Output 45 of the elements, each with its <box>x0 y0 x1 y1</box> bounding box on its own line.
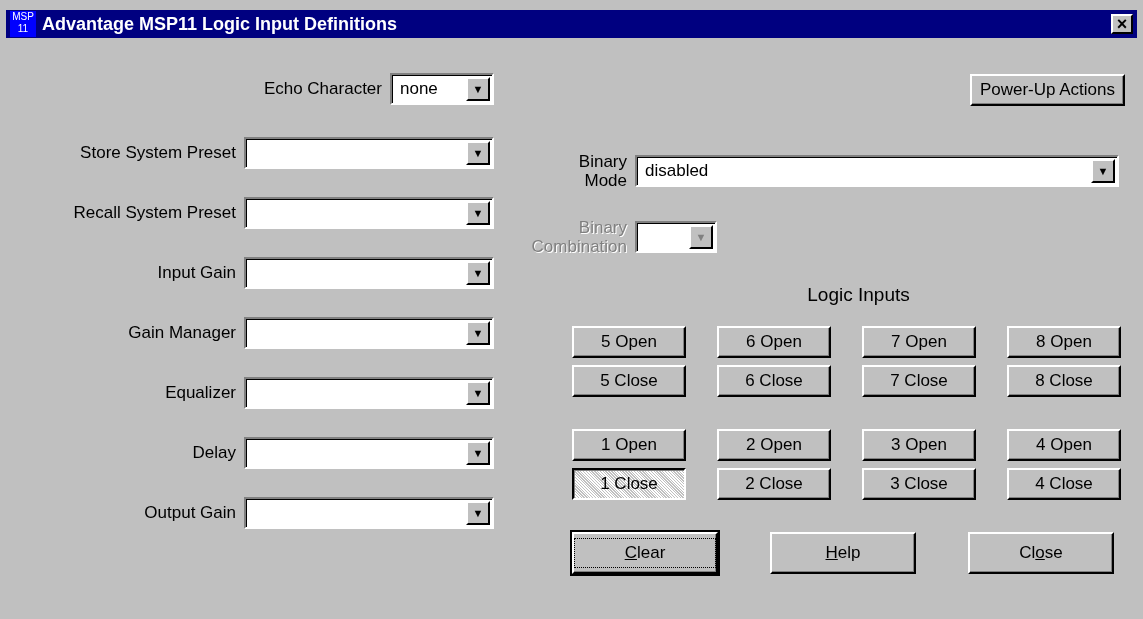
field-label: Equalizer <box>165 383 236 403</box>
field-label: Gain Manager <box>128 323 236 343</box>
dropdown[interactable]: ▼ <box>244 137 494 169</box>
field-label: Store System Preset <box>80 143 236 163</box>
field-label: Binary <box>578 218 627 237</box>
logic-input-button[interactable]: 2 Close <box>717 468 831 500</box>
logic-input-button[interactable]: 3 Close <box>862 468 976 500</box>
logic-input-button[interactable]: 6 Close <box>717 365 831 397</box>
logic-input-button[interactable]: 1 Close <box>572 468 686 500</box>
field-label: Recall System Preset <box>73 203 236 223</box>
field-label: Input Gain <box>157 263 236 283</box>
dropdown[interactable]: ▼ <box>244 497 494 529</box>
logic-input-button[interactable]: 4 Open <box>1007 429 1121 461</box>
section-heading: Logic Inputs <box>806 284 911 306</box>
dropdown[interactable]: ▼ <box>244 377 494 409</box>
window-title: Advantage MSP11 Logic Input Definitions <box>42 13 399 35</box>
logic-input-button[interactable]: 7 Open <box>862 326 976 358</box>
field-label: Echo Character <box>263 79 382 99</box>
logic-input-button[interactable]: 8 Close <box>1007 365 1121 397</box>
logic-input-button[interactable]: 2 Open <box>717 429 831 461</box>
dropdown[interactable]: ▼ <box>244 197 494 229</box>
field-label: Binary <box>578 152 627 171</box>
power-up-actions-button[interactable]: Power-Up Actions <box>969 74 1125 106</box>
dialog-button[interactable]: Clear <box>572 532 718 574</box>
field-label: Output Gain <box>144 503 236 523</box>
dialog-button[interactable]: Help <box>770 532 916 574</box>
logic-input-button[interactable]: 3 Open <box>862 429 976 461</box>
field-label: Combination <box>531 237 627 256</box>
dropdown[interactable]: ▼ <box>244 257 494 289</box>
logic-input-button[interactable]: 4 Close <box>1007 468 1121 500</box>
logic-input-button[interactable]: 5 Close <box>572 365 686 397</box>
field-label: Delay <box>192 443 236 463</box>
logic-input-button[interactable]: 5 Open <box>572 326 686 358</box>
binary-mode-dropdown[interactable]: disabled ▼ <box>635 155 1119 187</box>
echo-dropdown[interactable]: none ▼ <box>390 73 494 105</box>
field-label: Mode <box>584 171 627 190</box>
logic-input-button[interactable]: 1 Open <box>572 429 686 461</box>
logic-input-button[interactable]: 8 Open <box>1007 326 1121 358</box>
dialog-button[interactable]: Close <box>968 532 1114 574</box>
logic-input-button[interactable]: 6 Open <box>717 326 831 358</box>
dropdown[interactable]: ▼ <box>244 437 494 469</box>
app-icon: MSP 11 <box>10 11 36 37</box>
logic-input-button[interactable]: 7 Close <box>862 365 976 397</box>
dropdown[interactable]: ▼ <box>244 317 494 349</box>
close-button[interactable]: × <box>1111 14 1133 34</box>
